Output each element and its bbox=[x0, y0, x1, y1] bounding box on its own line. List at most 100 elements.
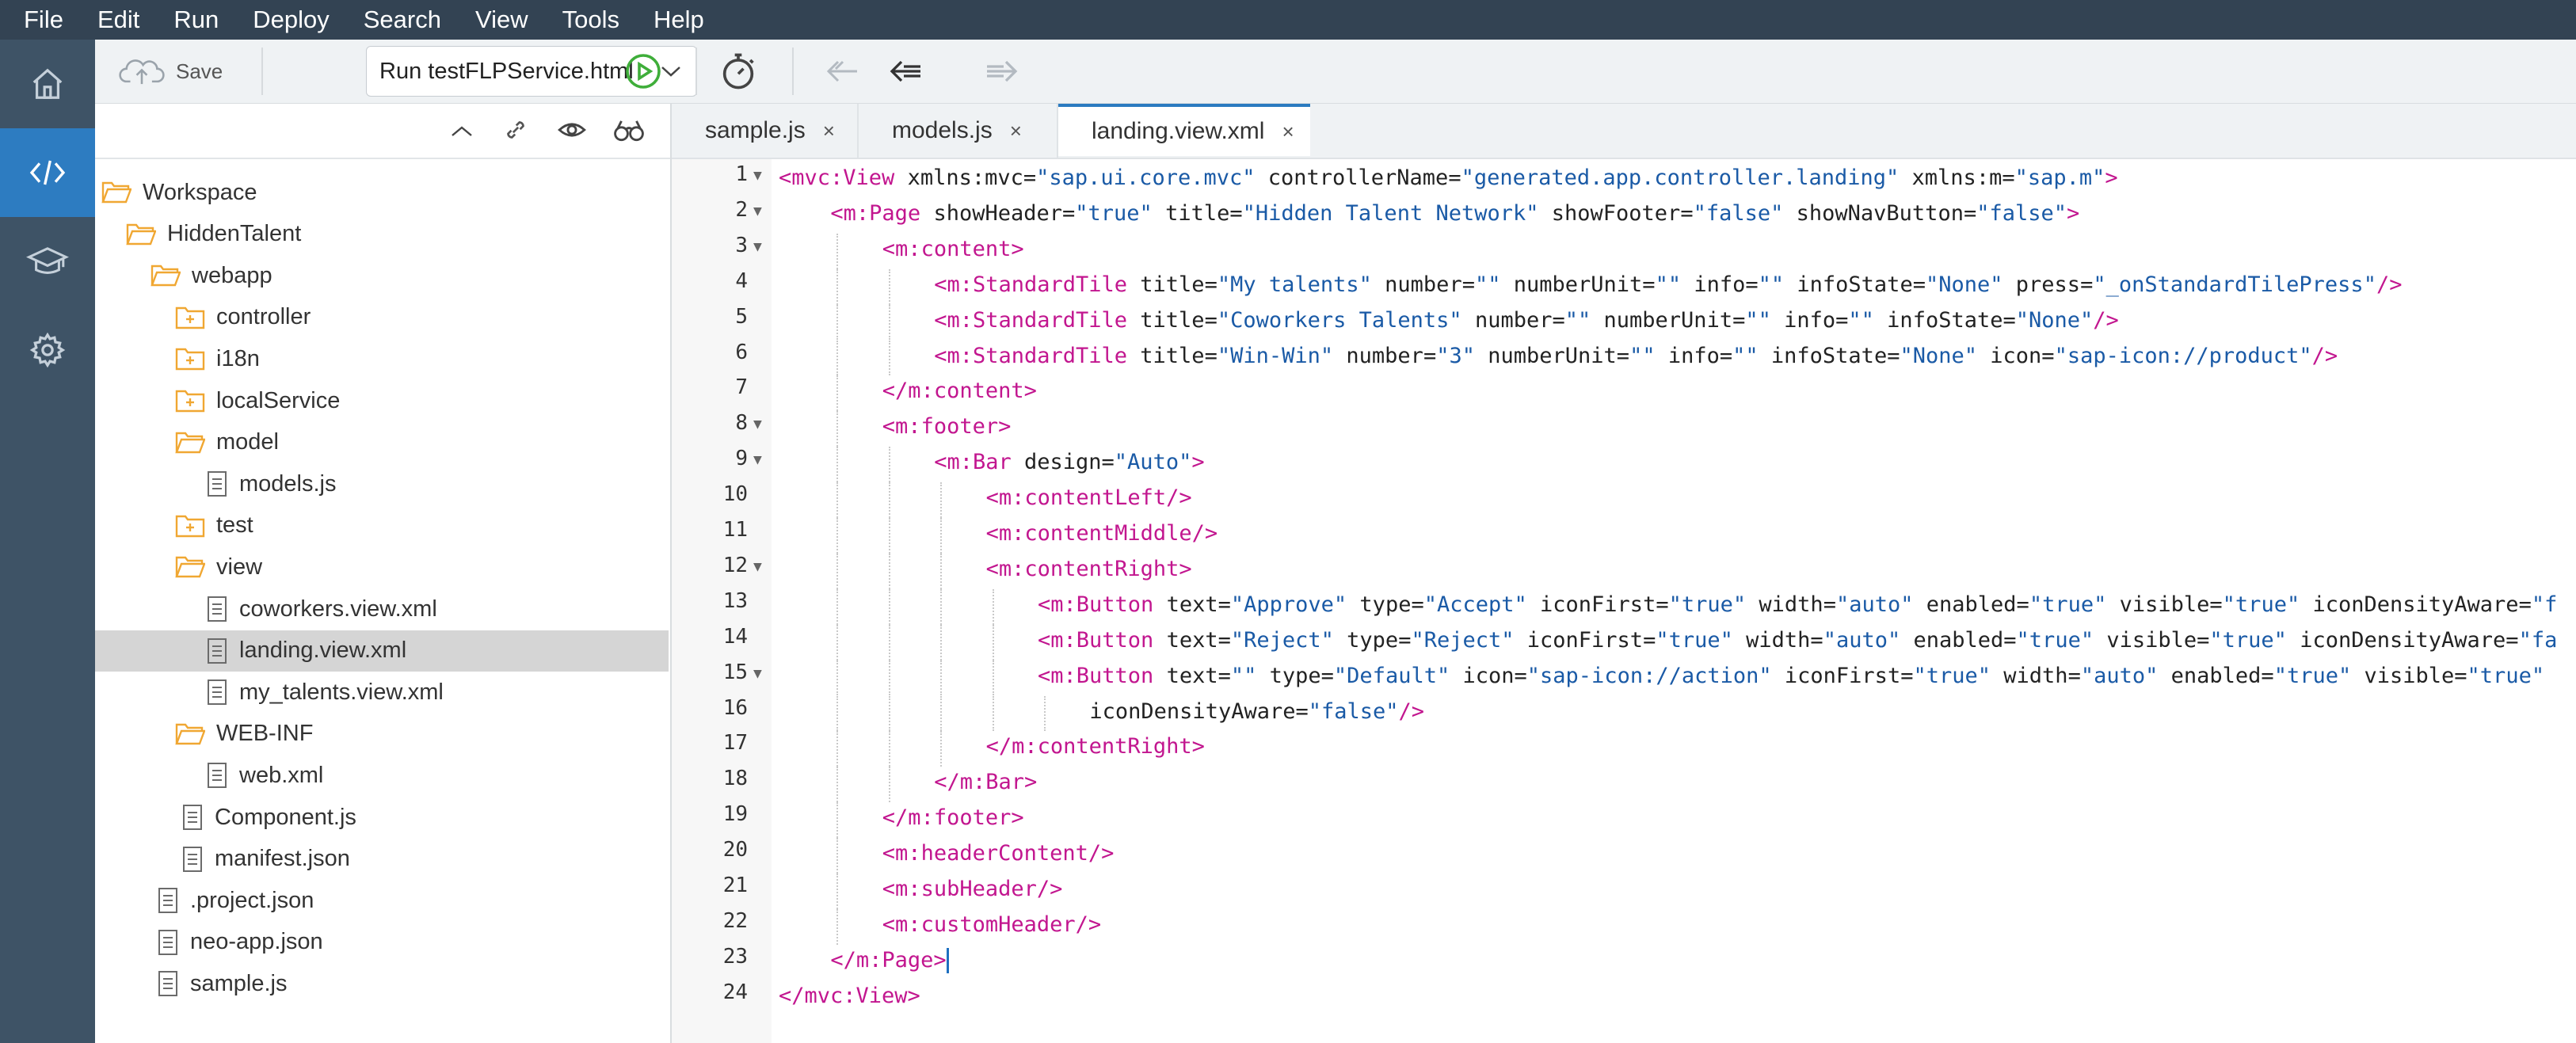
close-icon[interactable]: × bbox=[1010, 119, 1022, 143]
tree-item[interactable]: sample.js bbox=[95, 963, 669, 1004]
fold-toggle-icon[interactable]: ▼ bbox=[753, 665, 762, 682]
tree-item[interactable]: HiddenTalent bbox=[95, 214, 669, 255]
tree-item[interactable]: web.xml bbox=[95, 755, 669, 796]
code-editor[interactable]: <mvc:View xmlns:mvc = "sap.ui.core.mvc" co… bbox=[772, 159, 2576, 1043]
tree-item[interactable]: Workspace bbox=[95, 172, 669, 213]
tree-item-label: view bbox=[216, 554, 263, 580]
menu-help[interactable]: Help bbox=[654, 6, 704, 34]
code-token: <m:Button bbox=[1038, 592, 1167, 617]
tree-item[interactable]: controller bbox=[95, 297, 669, 338]
close-icon[interactable]: × bbox=[823, 119, 835, 143]
collapse-all-icon[interactable] bbox=[448, 121, 475, 140]
code-token: "true" bbox=[2467, 663, 2545, 688]
code-token: "true" bbox=[2273, 663, 2352, 688]
code-line: </m:Page> bbox=[830, 948, 949, 974]
code-token: = bbox=[2016, 592, 2029, 617]
home-icon bbox=[32, 68, 63, 99]
code-token: visible bbox=[2351, 663, 2455, 688]
code-token: = bbox=[1204, 307, 1218, 333]
learning-center-button[interactable] bbox=[0, 217, 95, 306]
arrow-left-bar-icon bbox=[826, 60, 857, 82]
fold-toggle-icon[interactable]: ▼ bbox=[753, 416, 762, 432]
last-edit-button[interactable] bbox=[824, 40, 862, 103]
menu-deploy[interactable]: Deploy bbox=[253, 6, 330, 34]
tree-item[interactable]: WEB-INF bbox=[95, 714, 669, 755]
code-token: "Hidden Talent Network" bbox=[1242, 200, 1539, 226]
code-line: <m:content> bbox=[882, 237, 1024, 261]
code-token: iconDensityAware bbox=[1089, 699, 1296, 724]
tree-item[interactable]: manifest.json bbox=[95, 839, 669, 880]
tab-sample-js[interactable]: sample.js × bbox=[672, 104, 859, 158]
fold-toggle-icon[interactable]: ▼ bbox=[753, 558, 762, 575]
code-token: = bbox=[1719, 343, 1733, 368]
tree-item[interactable]: neo-app.json bbox=[95, 922, 669, 963]
indent-guide bbox=[888, 482, 890, 518]
tree-item[interactable]: test bbox=[95, 505, 669, 546]
close-icon[interactable]: × bbox=[1282, 120, 1294, 144]
menu-run[interactable]: Run bbox=[173, 6, 219, 34]
tab-models-js[interactable]: models.js × bbox=[859, 104, 1058, 158]
tree-item[interactable]: model bbox=[95, 422, 669, 463]
code-line: <m:contentRight> bbox=[986, 557, 1192, 581]
save-button[interactable]: Save bbox=[119, 40, 223, 103]
tree-item[interactable]: .project.json bbox=[95, 880, 669, 921]
code-token: iconFirst bbox=[1526, 592, 1656, 617]
code-token: = bbox=[1912, 272, 1926, 297]
code-token: = bbox=[2261, 663, 2274, 688]
fold-toggle-icon[interactable]: ▼ bbox=[753, 451, 762, 468]
run-button[interactable] bbox=[624, 40, 662, 103]
code-line: <m:Button text="Reject" type="Reject" ic… bbox=[1038, 628, 2557, 653]
development-button[interactable] bbox=[0, 128, 95, 217]
code-token: <m:StandardTile bbox=[934, 343, 1141, 368]
file-icon bbox=[208, 679, 227, 706]
fold-toggle-icon[interactable]: ▼ bbox=[753, 203, 762, 219]
code-token: iconFirst bbox=[1771, 663, 1901, 688]
editor-tabs: sample.js × models.js × landing.view.xml × bbox=[672, 104, 2576, 159]
tree-item[interactable]: landing.view.xml bbox=[95, 630, 669, 672]
menu-edit[interactable]: Edit bbox=[97, 6, 139, 34]
menu-view[interactable]: View bbox=[475, 6, 528, 34]
tree-item[interactable]: models.js bbox=[95, 463, 669, 504]
code-token: "true" bbox=[2222, 592, 2300, 617]
link-with-editor-icon[interactable] bbox=[501, 115, 531, 145]
menu-tools[interactable]: Tools bbox=[562, 6, 619, 34]
tab-landing-view-xml[interactable]: landing.view.xml × bbox=[1058, 104, 1310, 156]
menu-file[interactable]: File bbox=[24, 6, 63, 34]
file-icon bbox=[158, 971, 177, 997]
line-number: 23 bbox=[722, 944, 748, 969]
code-token: "" bbox=[1758, 272, 1785, 297]
indent-guide bbox=[992, 660, 994, 696]
settings-button[interactable] bbox=[0, 306, 95, 394]
line-number: 17 bbox=[722, 731, 748, 756]
tree-item-label: controller bbox=[216, 304, 311, 330]
fold-toggle-icon[interactable]: ▼ bbox=[753, 238, 762, 255]
tree-item[interactable]: view bbox=[95, 546, 669, 588]
timer-button[interactable] bbox=[718, 40, 759, 103]
code-token: <m:footer> bbox=[882, 414, 1012, 440]
eye-icon[interactable] bbox=[556, 115, 588, 145]
code-token: = bbox=[1616, 343, 1630, 368]
menu-search[interactable]: Search bbox=[364, 6, 441, 34]
tree-item[interactable]: coworkers.view.xml bbox=[95, 588, 669, 630]
fold-toggle-icon[interactable]: ▼ bbox=[753, 167, 762, 184]
code-token: <m:contentLeft/> bbox=[985, 485, 1192, 511]
binoculars-icon[interactable] bbox=[612, 115, 646, 145]
navigate-back-button[interactable] bbox=[887, 40, 925, 103]
tree-item-label: models.js bbox=[239, 470, 337, 497]
tree-item[interactable]: my_talents.view.xml bbox=[95, 672, 669, 713]
navigate-forward-button[interactable] bbox=[982, 40, 1020, 103]
toolbar-separator bbox=[695, 48, 697, 95]
tree-item[interactable]: Component.js bbox=[95, 797, 669, 838]
tree-item[interactable]: webapp bbox=[95, 255, 669, 296]
code-token: width bbox=[1746, 592, 1823, 617]
tree-item[interactable]: i18n bbox=[95, 338, 669, 379]
code-line: <m:StandardTile title="Win-Win" number="… bbox=[934, 344, 2338, 368]
line-number: 7 bbox=[735, 375, 748, 400]
save-label: Save bbox=[176, 59, 223, 83]
tree-item[interactable]: localService bbox=[95, 380, 669, 421]
code-token: text bbox=[1166, 592, 1218, 617]
code-token: title bbox=[1140, 343, 1205, 368]
home-button[interactable] bbox=[0, 40, 95, 128]
code-token: = bbox=[1023, 166, 1037, 190]
toolbar-separator bbox=[792, 48, 794, 95]
